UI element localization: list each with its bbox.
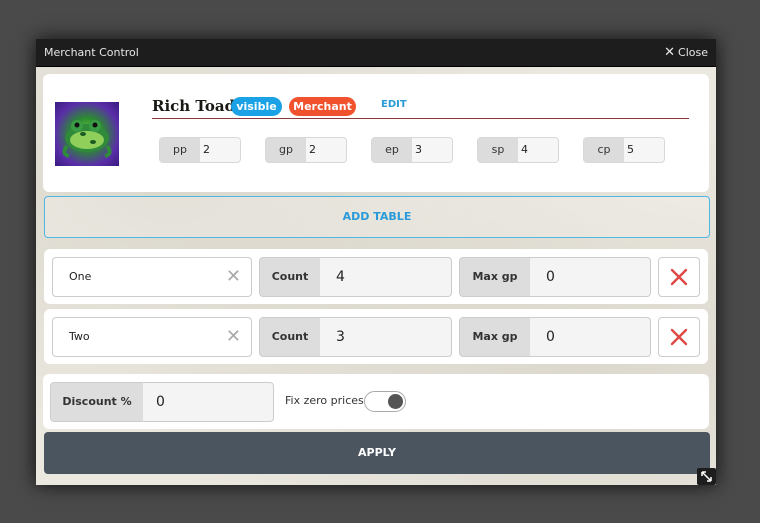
- count-label: Count: [260, 318, 320, 356]
- clear-icon[interactable]: ✕: [226, 327, 241, 347]
- merchant-control-window: Merchant Control ✕ Close Rich Toad visib: [36, 39, 716, 485]
- coin-ep-value[interactable]: 3: [415, 138, 422, 162]
- max-gp-field[interactable]: Max gp 0: [459, 317, 651, 357]
- close-label: Close: [678, 46, 708, 59]
- count-value[interactable]: 4: [336, 258, 345, 296]
- table-row: Two ✕ Count 3 Max gp 0: [44, 309, 708, 364]
- merchant-name-row: Rich Toad visible Merchant EDIT: [152, 96, 689, 119]
- coin-ep-field[interactable]: ep 3: [371, 137, 453, 163]
- coin-sp-label: sp: [478, 138, 518, 162]
- frog-token-icon: [55, 102, 119, 166]
- coin-cp-value[interactable]: 5: [627, 138, 634, 162]
- table-select-input[interactable]: One ✕: [52, 257, 252, 297]
- coin-gp-label: gp: [266, 138, 306, 162]
- table-name: Two: [69, 330, 90, 343]
- coin-cp-label: cp: [584, 138, 624, 162]
- apply-button[interactable]: APPLY: [44, 432, 710, 474]
- count-field[interactable]: Count 3: [259, 317, 452, 357]
- max-gp-value[interactable]: 0: [546, 318, 555, 356]
- coin-pp-label: pp: [160, 138, 200, 162]
- edit-link[interactable]: EDIT: [381, 99, 407, 110]
- resize-handle[interactable]: [697, 468, 716, 485]
- discount-field[interactable]: Discount % 0: [50, 382, 274, 422]
- count-value[interactable]: 3: [336, 318, 345, 356]
- table-row: One ✕ Count 4 Max gp 0: [44, 249, 708, 304]
- clear-icon[interactable]: ✕: [226, 267, 241, 287]
- max-gp-label: Max gp: [460, 258, 530, 296]
- count-field[interactable]: Count 4: [259, 257, 452, 297]
- coin-sp-value[interactable]: 4: [521, 138, 528, 162]
- window-titlebar[interactable]: Merchant Control ✕ Close: [36, 39, 716, 67]
- max-gp-label: Max gp: [460, 318, 530, 356]
- window-title: Merchant Control: [44, 46, 139, 59]
- table-select-input[interactable]: Two ✕: [52, 317, 252, 357]
- coin-sp-field[interactable]: sp 4: [477, 137, 559, 163]
- visibility-badge[interactable]: visible: [231, 97, 282, 116]
- coin-gp-value[interactable]: 2: [309, 138, 316, 162]
- coin-pp-value[interactable]: 2: [203, 138, 210, 162]
- toggle-knob: [388, 394, 403, 409]
- merchant-type-badge[interactable]: Merchant: [289, 97, 356, 116]
- close-button[interactable]: ✕ Close: [664, 44, 708, 60]
- close-icon: ✕: [664, 44, 676, 60]
- table-name: One: [69, 270, 92, 283]
- coin-gp-field[interactable]: gp 2: [265, 137, 347, 163]
- delete-x-icon: [670, 268, 688, 286]
- discount-label: Discount %: [51, 383, 143, 421]
- coin-ep-label: ep: [372, 138, 412, 162]
- max-gp-field[interactable]: Max gp 0: [459, 257, 651, 297]
- delete-x-icon: [670, 328, 688, 346]
- add-table-button[interactable]: ADD TABLE: [44, 196, 710, 238]
- discount-value[interactable]: 0: [156, 383, 165, 421]
- fix-zero-prices-toggle[interactable]: [364, 391, 406, 412]
- merchant-name: Rich Toad: [152, 97, 236, 115]
- max-gp-value[interactable]: 0: [546, 258, 555, 296]
- delete-table-button[interactable]: [658, 257, 700, 297]
- discount-card: Discount % 0 Fix zero prices: [43, 374, 709, 429]
- coin-pp-field[interactable]: pp 2: [159, 137, 241, 163]
- delete-table-button[interactable]: [658, 317, 700, 357]
- count-label: Count: [260, 258, 320, 296]
- merchant-header-card: Rich Toad visible Merchant EDIT pp 2 gp …: [43, 74, 709, 192]
- coin-cp-field[interactable]: cp 5: [583, 137, 665, 163]
- fix-zero-prices-label: Fix zero prices: [285, 394, 364, 407]
- resize-icon: [701, 471, 712, 482]
